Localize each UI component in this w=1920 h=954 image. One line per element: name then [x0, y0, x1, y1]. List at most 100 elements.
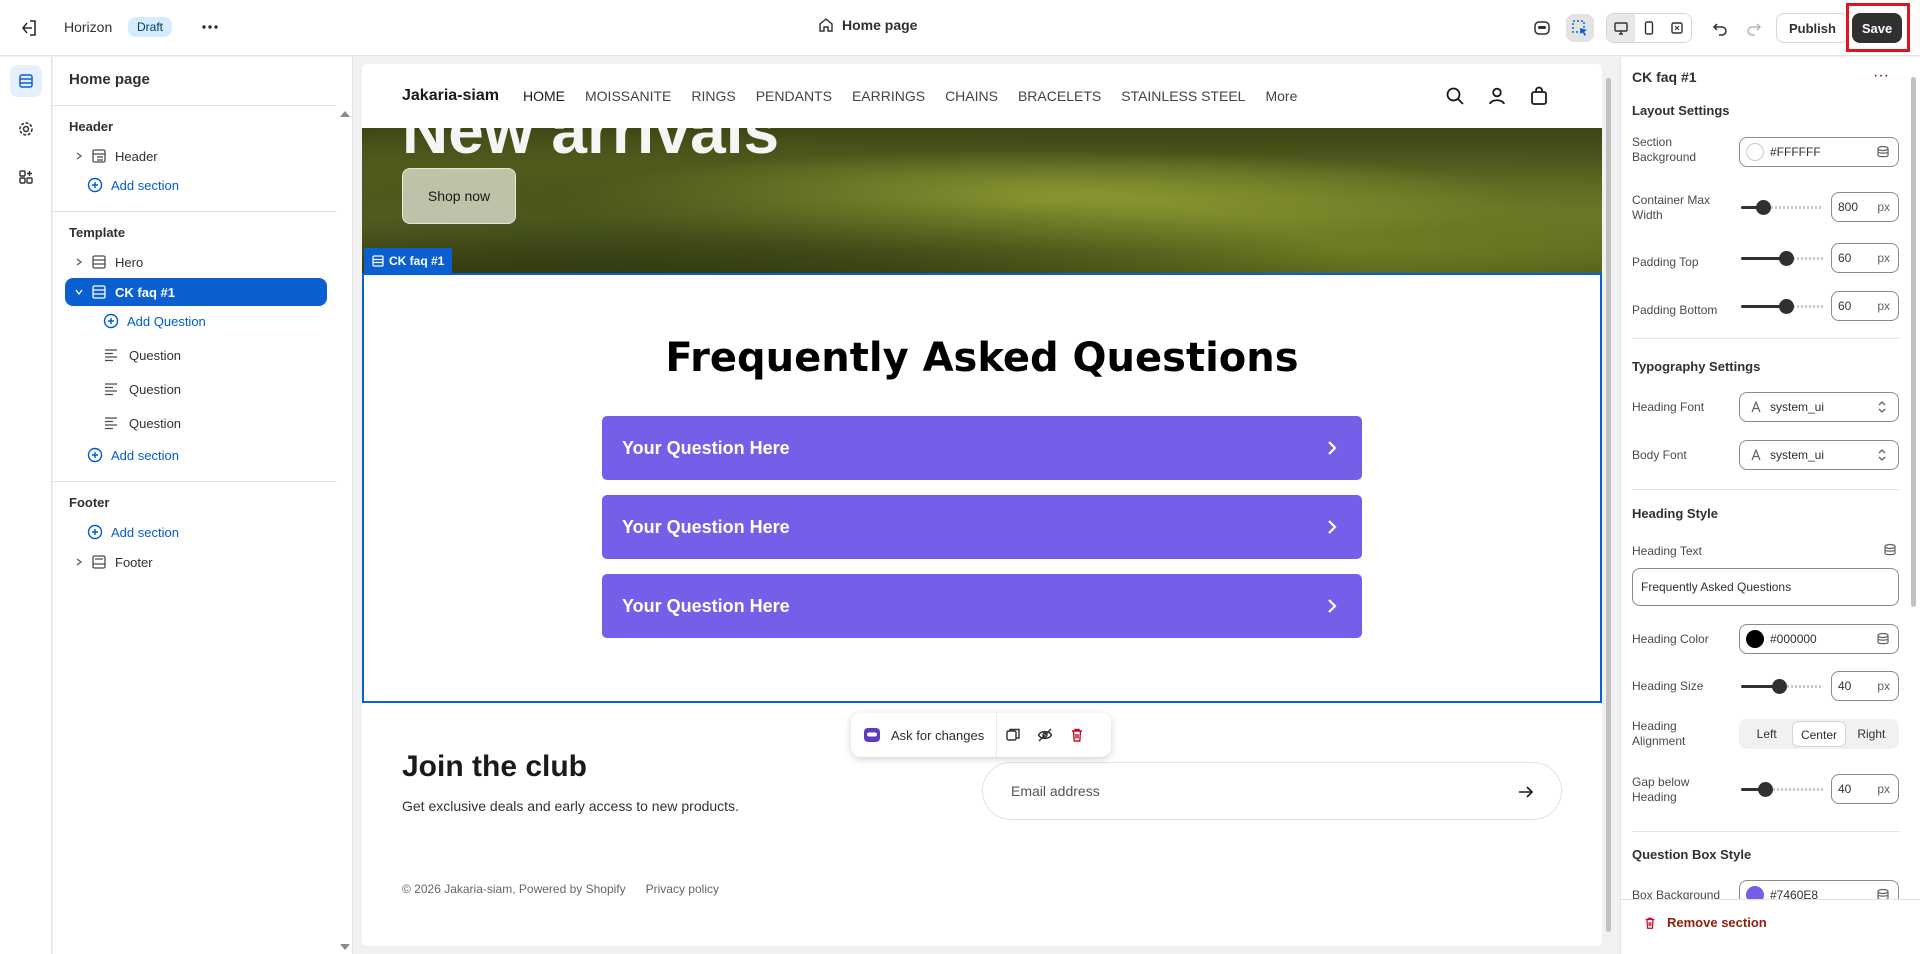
- store-logo[interactable]: Jakaria-siam: [402, 87, 499, 105]
- ask-for-changes-button[interactable]: Ask for changes: [851, 713, 998, 757]
- chevron-right-icon[interactable]: [69, 252, 89, 272]
- settings-gear-icon[interactable]: [10, 113, 42, 145]
- nav-link[interactable]: MOISSANITE: [585, 88, 671, 104]
- hero-banner[interactable]: New arrivals Shop now: [362, 128, 1602, 273]
- align-right-option[interactable]: Right: [1846, 721, 1897, 747]
- add-section-button[interactable]: Add section: [87, 177, 179, 193]
- remove-section-label: Remove section: [1667, 915, 1767, 930]
- fullscreen-icon[interactable]: [1663, 14, 1691, 42]
- question-block[interactable]: Question: [103, 415, 181, 431]
- padding-top-slider[interactable]: [1739, 248, 1823, 268]
- nav-link[interactable]: More: [1265, 88, 1297, 104]
- nav-link[interactable]: RINGS: [691, 88, 735, 104]
- desktop-icon[interactable]: [1607, 14, 1635, 42]
- padding-top-input[interactable]: 60 px: [1831, 243, 1899, 273]
- gap-below-slider[interactable]: [1739, 779, 1823, 799]
- align-left-option[interactable]: Left: [1741, 721, 1792, 747]
- email-input[interactable]: Email address: [982, 762, 1562, 820]
- mobile-icon[interactable]: [1635, 14, 1663, 42]
- padding-bottom-input[interactable]: 60 px: [1831, 291, 1899, 321]
- color-swatch[interactable]: [1746, 630, 1764, 648]
- nav-link[interactable]: EARRINGS: [852, 88, 925, 104]
- gap-below-input[interactable]: 40 px: [1831, 774, 1899, 804]
- chevron-down-icon[interactable]: [69, 282, 89, 302]
- section-bg-picker[interactable]: #FFFFFF: [1739, 137, 1899, 167]
- preview-scrollbar[interactable]: [1606, 78, 1611, 932]
- scroll-up-icon[interactable]: [340, 111, 350, 117]
- more-options-icon[interactable]: [198, 15, 222, 39]
- padding-bottom-slider[interactable]: [1739, 296, 1823, 316]
- publish-button[interactable]: Publish: [1776, 13, 1849, 43]
- add-question-button[interactable]: Add Question: [103, 313, 206, 329]
- container-width-slider[interactable]: [1739, 197, 1823, 217]
- apps-icon[interactable]: [10, 161, 42, 193]
- container-width-input[interactable]: 800 px: [1831, 192, 1899, 222]
- sidebar-item-label: Footer: [115, 554, 153, 570]
- chevron-right-icon[interactable]: [69, 146, 89, 166]
- heading-font-picker[interactable]: system_ui: [1739, 392, 1899, 422]
- shop-now-button[interactable]: Shop now: [402, 168, 516, 224]
- nav-link[interactable]: STAINLESS STEEL: [1121, 88, 1245, 104]
- faq-question[interactable]: Your Question Here: [602, 416, 1362, 480]
- sections-icon[interactable]: [10, 65, 42, 97]
- nav-link[interactable]: BRACELETS: [1018, 88, 1101, 104]
- scroll-down-icon[interactable]: [340, 944, 350, 950]
- nav-link[interactable]: PENDANTS: [756, 88, 832, 104]
- number-value: 40: [1838, 679, 1852, 693]
- save-highlight-box: [1846, 3, 1910, 52]
- newsletter-title: Join the club: [402, 750, 588, 783]
- slider-knob[interactable]: [1779, 299, 1794, 314]
- sidebar-item-hero[interactable]: Hero: [65, 248, 327, 276]
- duplicate-icon[interactable]: [997, 727, 1029, 743]
- nav-link[interactable]: CHAINS: [945, 88, 998, 104]
- body-font-picker[interactable]: system_ui: [1739, 440, 1899, 470]
- sidebar-item-ck-faq[interactable]: CK faq #1: [65, 278, 327, 306]
- panel-scrollbar[interactable]: [1911, 77, 1916, 607]
- dynamic-source-icon[interactable]: [1876, 145, 1890, 159]
- more-options-icon[interactable]: ···: [1873, 67, 1889, 85]
- heading-size-slider[interactable]: [1739, 676, 1823, 696]
- exit-icon[interactable]: [18, 17, 40, 39]
- arrow-right-icon[interactable]: [1517, 783, 1535, 801]
- nav-link[interactable]: HOME: [523, 88, 565, 104]
- undo-icon[interactable]: [1706, 14, 1734, 42]
- page-selector[interactable]: Home page: [818, 17, 917, 33]
- hide-icon[interactable]: [1029, 727, 1061, 743]
- sidebar-item-footer[interactable]: Footer: [65, 548, 327, 576]
- search-icon[interactable]: [1444, 85, 1466, 107]
- heading-text-input[interactable]: Frequently Asked Questions: [1632, 568, 1899, 606]
- cart-icon[interactable]: [1528, 85, 1550, 107]
- redo-icon[interactable]: [1740, 14, 1768, 42]
- sidebar-item-header[interactable]: Header: [65, 142, 327, 170]
- inspector-icon[interactable]: [1566, 14, 1594, 42]
- slider-knob[interactable]: [1756, 200, 1771, 215]
- faq-question[interactable]: Your Question Here: [602, 574, 1362, 638]
- section-tag[interactable]: CK faq #1: [364, 248, 453, 273]
- heading-color-picker[interactable]: #000000: [1739, 624, 1899, 654]
- heading-size-input[interactable]: 40 px: [1831, 671, 1899, 701]
- remove-section-button[interactable]: Remove section: [1643, 915, 1767, 930]
- sidekick-icon[interactable]: [1528, 14, 1556, 42]
- add-section-button[interactable]: Add section: [87, 524, 179, 540]
- faq-section[interactable]: Frequently Asked Questions Your Question…: [362, 273, 1602, 703]
- slider-knob[interactable]: [1758, 782, 1773, 797]
- add-section-button[interactable]: Add section: [87, 447, 179, 463]
- text-lines-icon: [103, 381, 119, 397]
- delete-icon[interactable]: [1061, 727, 1093, 743]
- align-center-option[interactable]: Center: [1792, 721, 1846, 747]
- slider-knob[interactable]: [1779, 251, 1794, 266]
- question-block[interactable]: Question: [103, 381, 181, 397]
- slider-knob[interactable]: [1772, 679, 1787, 694]
- account-icon[interactable]: [1486, 85, 1508, 107]
- dynamic-source-icon[interactable]: [1876, 632, 1890, 646]
- color-swatch[interactable]: [1746, 143, 1764, 161]
- theme-name[interactable]: Horizon: [64, 19, 112, 35]
- privacy-link[interactable]: Privacy policy: [646, 882, 719, 896]
- gap-below-label: Gap below Heading: [1632, 775, 1690, 804]
- dynamic-source-icon[interactable]: [1883, 543, 1897, 557]
- faq-question[interactable]: Your Question Here: [602, 495, 1362, 559]
- question-block[interactable]: Question: [103, 347, 181, 363]
- chevron-right-icon[interactable]: [69, 552, 89, 572]
- store-footer: © 2026 Jakaria-siam, Powered by Shopify …: [402, 882, 719, 896]
- heading-style-heading: Heading Style: [1632, 506, 1718, 521]
